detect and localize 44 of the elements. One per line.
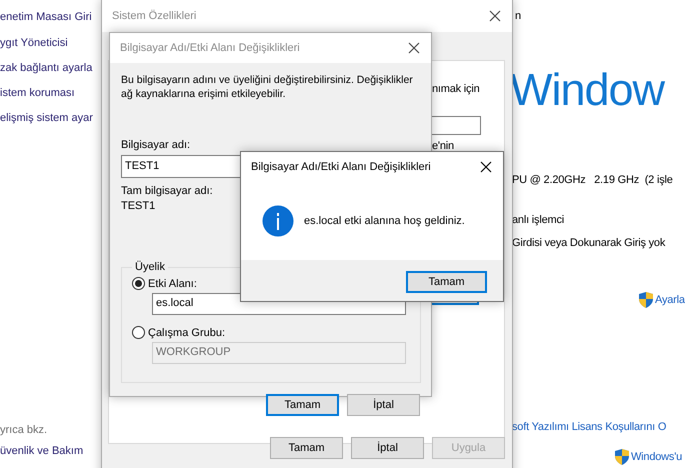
dialog-button[interactable]: Tamam [406, 271, 487, 293]
description-text: Bu bilgisayarın adını ve üyeliğini değiştirebilirsiniz. Değişiklikler ağ kaynaklarına erişimi etkileyebilir. [121, 73, 414, 101]
see-also-link[interactable]: üvenlik ve Bakım [0, 444, 84, 459]
window-title: Bilgisayar Adı/Etki Alanı Değişiklikleri [120, 42, 300, 54]
shield-icon [614, 448, 630, 466]
radio-label[interactable]: Çalışma Grubu: [148, 326, 226, 338]
close-icon [408, 42, 420, 54]
full-name-text: TEST1 [121, 199, 156, 214]
settings-link[interactable]: Ayarla [655, 292, 685, 308]
sidebar-link[interactable]: ygıt Yöneticisi [0, 36, 93, 51]
processor-text: PU @ 2.20GHz 2.19 GHz (2 işle [512, 173, 673, 188]
panel-text: nımak için [432, 82, 480, 97]
dialog-button[interactable]: Tamam [270, 437, 343, 459]
see-also-heading: yrıca bkz. [0, 423, 48, 438]
header-text: n [515, 9, 521, 24]
license-link[interactable]: soft Yazılımı Lisans Koşullarını O [512, 420, 666, 435]
radio-circle[interactable] [132, 277, 145, 290]
group-label: Üyelik [134, 260, 166, 274]
sidebar-link[interactable]: enetim Masası Giri [0, 10, 93, 25]
system-type-text: anlı işlemci [512, 213, 564, 228]
close-icon [489, 10, 501, 22]
pen-touch-text: Girdisi veya Dokunarak Giriş yok [512, 236, 666, 251]
shield-icon [638, 291, 654, 309]
activate-link[interactable]: Windows'u [631, 450, 682, 464]
text-field[interactable]: WORKGROUP [152, 342, 406, 364]
sidebar-link[interactable]: zak bağlantı ayarla [0, 61, 93, 76]
sidebar-link[interactable]: istem koruması [0, 86, 93, 101]
radio-circle[interactable] [132, 326, 145, 339]
info-icon [262, 205, 294, 237]
close-icon [480, 161, 492, 173]
window-title: Bilgisayar Adı/Etki Alanı Değişiklikleri [251, 161, 431, 173]
dialog-button[interactable]: Tamam [266, 394, 339, 416]
message-text: es.local etki alanına hoş geldiniz. [304, 215, 465, 227]
radio-button[interactable]: Çalışma Grubu: [132, 324, 406, 341]
radio-button[interactable]: Etki Alanı: [132, 275, 406, 292]
field-label: Tam bilgisayar adı: [121, 184, 214, 199]
dialog-button[interactable]: İptal [351, 437, 424, 459]
field-label: Bilgisayar adı: [121, 138, 192, 153]
panel-text: e'nin [432, 139, 454, 154]
radio-label[interactable]: Etki Alanı: [148, 278, 197, 290]
sidebar-link[interactable]: elişmiş sistem ayar [0, 111, 93, 126]
dialog-button[interactable]: İptal [347, 394, 420, 416]
window-title: Sistem Özellikleri [112, 10, 196, 22]
windows-wordmark: Window [510, 63, 664, 117]
